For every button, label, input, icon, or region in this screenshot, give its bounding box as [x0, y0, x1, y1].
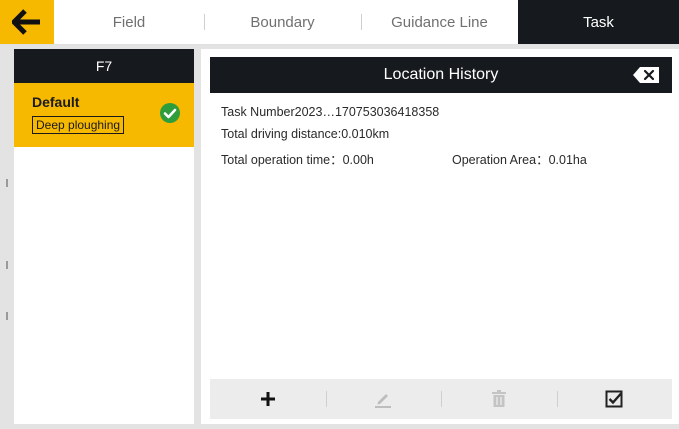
total-operation-time: Total operation time：0.00h: [221, 153, 374, 167]
tab-guidance-line-label: Guidance Line: [391, 13, 488, 31]
left-edge-marks: [6, 49, 8, 424]
trash-icon: [491, 390, 506, 407]
panel-title: Location History: [383, 66, 499, 83]
location-history-panel: Location History Task Number2023…1707530…: [201, 49, 679, 424]
task-list-panel: F7 Default Deep ploughing: [14, 49, 194, 424]
backspace-clear-icon[interactable]: [632, 66, 660, 84]
add-button[interactable]: [210, 379, 326, 419]
total-driving-distance: Total driving distance:0.010km: [221, 127, 390, 141]
tab-boundary[interactable]: Boundary: [204, 0, 361, 44]
task-item-default[interactable]: Default Deep ploughing: [14, 83, 194, 147]
operation-area: Operation Area：0.01ha: [452, 153, 587, 167]
back-arrow-icon: [12, 9, 40, 35]
tab-field-label: Field: [112, 13, 146, 31]
tab-task[interactable]: Task: [518, 0, 679, 44]
task-type-tag: Deep ploughing: [32, 116, 125, 134]
back-button[interactable]: [0, 0, 54, 44]
action-toolbar: [210, 379, 672, 419]
tab-task-label: Task: [583, 13, 614, 31]
task-name: Default: [32, 94, 80, 110]
field-name: F7: [95, 58, 113, 74]
check-circle-icon: [160, 103, 180, 123]
pencil-icon: [375, 394, 392, 408]
location-history-header: Location History: [210, 57, 672, 93]
tab-guidance-line[interactable]: Guidance Line: [361, 0, 518, 44]
field-header: F7: [14, 49, 194, 83]
delete-button[interactable]: [441, 379, 557, 419]
top-navigation-bar: Field Boundary Guidance Line Task: [0, 0, 679, 45]
task-number: Task Number2023…170753036418358: [221, 105, 440, 119]
tab-boundary-label: Boundary: [250, 13, 315, 31]
tab-field[interactable]: Field: [54, 0, 204, 44]
checkbox-icon: [605, 390, 623, 408]
plus-icon: [260, 392, 275, 406]
edit-button[interactable]: [325, 379, 442, 419]
confirm-button[interactable]: [556, 379, 673, 419]
